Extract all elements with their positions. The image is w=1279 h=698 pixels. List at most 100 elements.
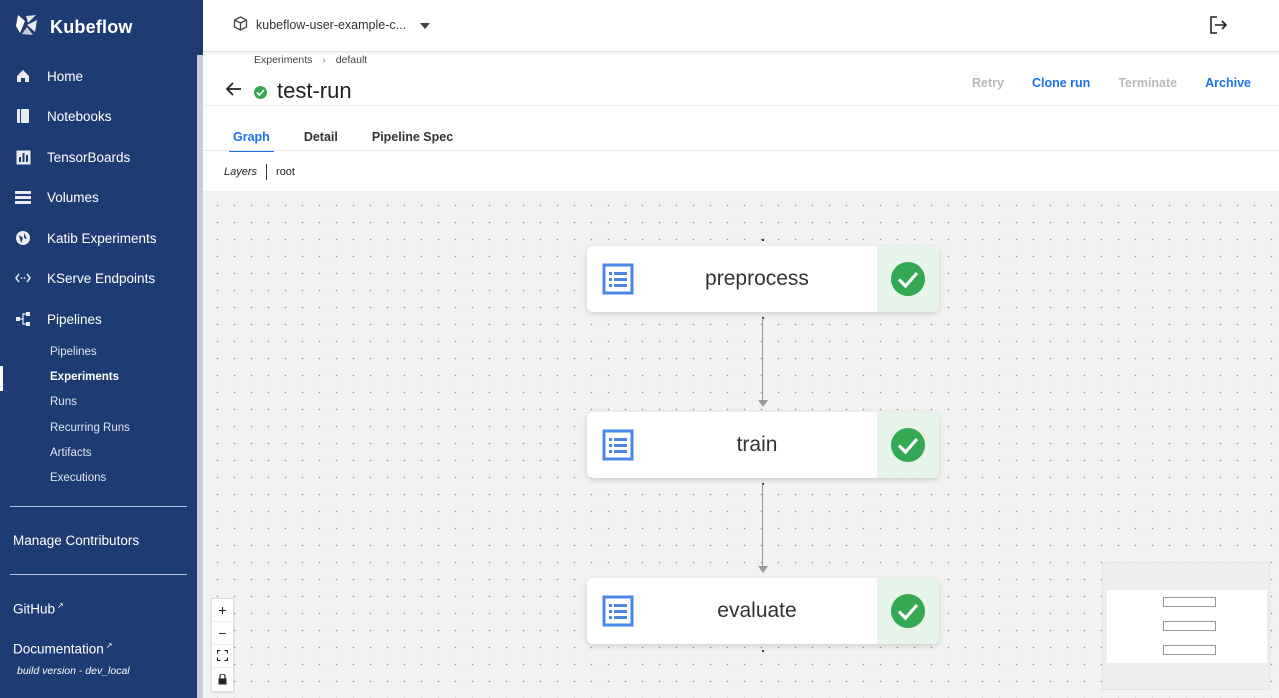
graph-edge xyxy=(762,484,763,567)
tab-bar: Graph Detail Pipeline Spec xyxy=(229,130,483,152)
sidebar-subitem-runs[interactable]: Runs xyxy=(50,396,77,408)
sidebar-item-label: Home xyxy=(47,68,84,84)
sidebar-item-label: Katib Experiments xyxy=(47,230,157,246)
zoom-out-button[interactable]: − xyxy=(212,622,233,645)
sidebar-subitem-executions[interactable]: Executions xyxy=(50,472,106,484)
topbar: kubeflow-user-example-c... xyxy=(203,0,1279,52)
external-link-icon: ↗ xyxy=(57,601,64,610)
active-indicator xyxy=(0,366,3,391)
sidebar-subitem-recurring-runs[interactable]: Recurring Runs xyxy=(50,422,130,434)
sidebar-item-home[interactable]: Home xyxy=(0,56,196,96)
tabs-divider xyxy=(203,150,1279,151)
sidebar-item-tensorboards[interactable]: TensorBoards xyxy=(0,137,196,177)
layers-breadcrumb: Layers root xyxy=(224,164,295,180)
sidebar-subitem-artifacts[interactable]: Artifacts xyxy=(50,447,92,459)
back-button[interactable] xyxy=(224,81,244,101)
storage-icon xyxy=(14,188,32,206)
code-icon xyxy=(14,269,32,287)
sidebar-divider xyxy=(10,506,187,507)
check-circle-icon xyxy=(877,412,939,478)
chevron-down-icon xyxy=(420,18,431,32)
clone-run-button[interactable]: Clone run xyxy=(1032,76,1090,90)
graph-handle xyxy=(762,239,764,241)
sidebar-item-volumes[interactable]: Volumes xyxy=(0,177,196,217)
breadcrumb-experiments[interactable]: Experiments xyxy=(254,54,312,66)
fit-view-button[interactable] xyxy=(212,645,233,668)
header-divider xyxy=(203,105,1279,106)
minimap[interactable] xyxy=(1102,562,1270,690)
app-name: Kubeflow xyxy=(50,17,133,37)
sidebar-item-pipelines[interactable]: Pipelines xyxy=(0,299,196,339)
graph-handle xyxy=(762,650,764,652)
sidebar-item-notebooks[interactable]: Notebooks xyxy=(0,96,196,136)
lock-button[interactable] xyxy=(212,668,233,691)
run-actions: Retry Clone run Terminate Archive xyxy=(972,76,1251,90)
layer-root[interactable]: root xyxy=(276,166,295,178)
external-link-icon: ↗ xyxy=(105,641,113,650)
graph-node-evaluate[interactable]: evaluate xyxy=(587,578,939,644)
namespace-icon xyxy=(233,16,248,34)
check-circle-icon xyxy=(877,578,939,644)
archive-button[interactable]: Archive xyxy=(1205,76,1251,90)
minus-icon: − xyxy=(218,625,227,641)
status-success-icon xyxy=(254,85,267,99)
chevron-right-icon: › xyxy=(322,54,326,66)
minimap-node xyxy=(1163,621,1216,631)
graph-edge xyxy=(762,318,763,401)
node-label: evaluate xyxy=(717,599,797,622)
github-link-label: GitHub xyxy=(13,601,56,617)
kubeflow-logo-icon xyxy=(14,12,40,43)
sidebar-subitem-pipelines[interactable]: Pipelines xyxy=(50,346,97,358)
breadcrumb-default[interactable]: default xyxy=(336,54,368,66)
sidebar-item-label: Volumes xyxy=(47,189,99,205)
run-title-row: test-run xyxy=(224,78,352,104)
layers-label: Layers xyxy=(224,166,258,178)
logout-button[interactable] xyxy=(1209,15,1229,40)
page-title: test-run xyxy=(277,78,352,103)
sidebar-divider xyxy=(10,574,187,575)
terminate-button[interactable]: Terminate xyxy=(1118,76,1177,90)
graph-node-preprocess[interactable]: preprocess xyxy=(587,246,939,312)
katib-icon xyxy=(14,229,32,247)
node-label: train xyxy=(736,433,778,456)
task-list-icon xyxy=(587,412,649,478)
sidebar-item-label: Notebooks xyxy=(47,108,112,124)
brand[interactable]: Kubeflow xyxy=(14,12,133,43)
sidebar-item-label: TensorBoards xyxy=(47,149,131,165)
lock-icon xyxy=(218,672,227,688)
fit-view-icon xyxy=(216,648,229,664)
manage-contributors-link[interactable]: Manage Contributors xyxy=(13,533,139,548)
node-label: preprocess xyxy=(705,267,809,290)
logout-icon xyxy=(1209,16,1229,39)
chart-icon xyxy=(14,148,32,166)
namespace-selector[interactable]: kubeflow-user-example-c... xyxy=(233,16,431,34)
tab-detail[interactable]: Detail xyxy=(300,130,342,152)
sidebar: Kubeflow Home Notebooks TensorBoards Vol… xyxy=(0,0,203,698)
layers-separator xyxy=(266,164,268,180)
check-circle-icon xyxy=(877,246,939,312)
task-list-icon xyxy=(587,578,649,644)
tab-graph[interactable]: Graph xyxy=(229,130,274,152)
task-list-icon xyxy=(587,246,649,312)
arrow-down-icon xyxy=(758,566,768,573)
tab-pipeline-spec[interactable]: Pipeline Spec xyxy=(368,130,457,152)
retry-button[interactable]: Retry xyxy=(972,76,1004,90)
notebook-icon xyxy=(14,107,32,125)
github-link[interactable]: GitHub ↗ xyxy=(13,601,64,617)
sidebar-item-label: KServe Endpoints xyxy=(47,270,156,286)
pipeline-icon xyxy=(14,310,32,328)
sidebar-item-kserve[interactable]: KServe Endpoints xyxy=(0,258,196,298)
sidebar-item-label: Pipelines xyxy=(47,311,102,327)
plus-icon: + xyxy=(218,602,227,618)
arrow-down-icon xyxy=(758,400,768,407)
minimap-node xyxy=(1163,597,1216,607)
sidebar-item-katib[interactable]: Katib Experiments xyxy=(0,218,196,258)
sidebar-subitem-experiments[interactable]: Experiments xyxy=(50,371,119,383)
home-icon xyxy=(14,67,32,85)
zoom-in-button[interactable]: + xyxy=(212,599,233,622)
build-version: build version - dev_local xyxy=(17,665,130,677)
zoom-controls: + − xyxy=(211,598,234,692)
graph-node-train[interactable]: train xyxy=(587,412,939,478)
namespace-value: kubeflow-user-example-c... xyxy=(256,18,407,32)
documentation-link[interactable]: Documentation ↗ xyxy=(13,641,113,657)
